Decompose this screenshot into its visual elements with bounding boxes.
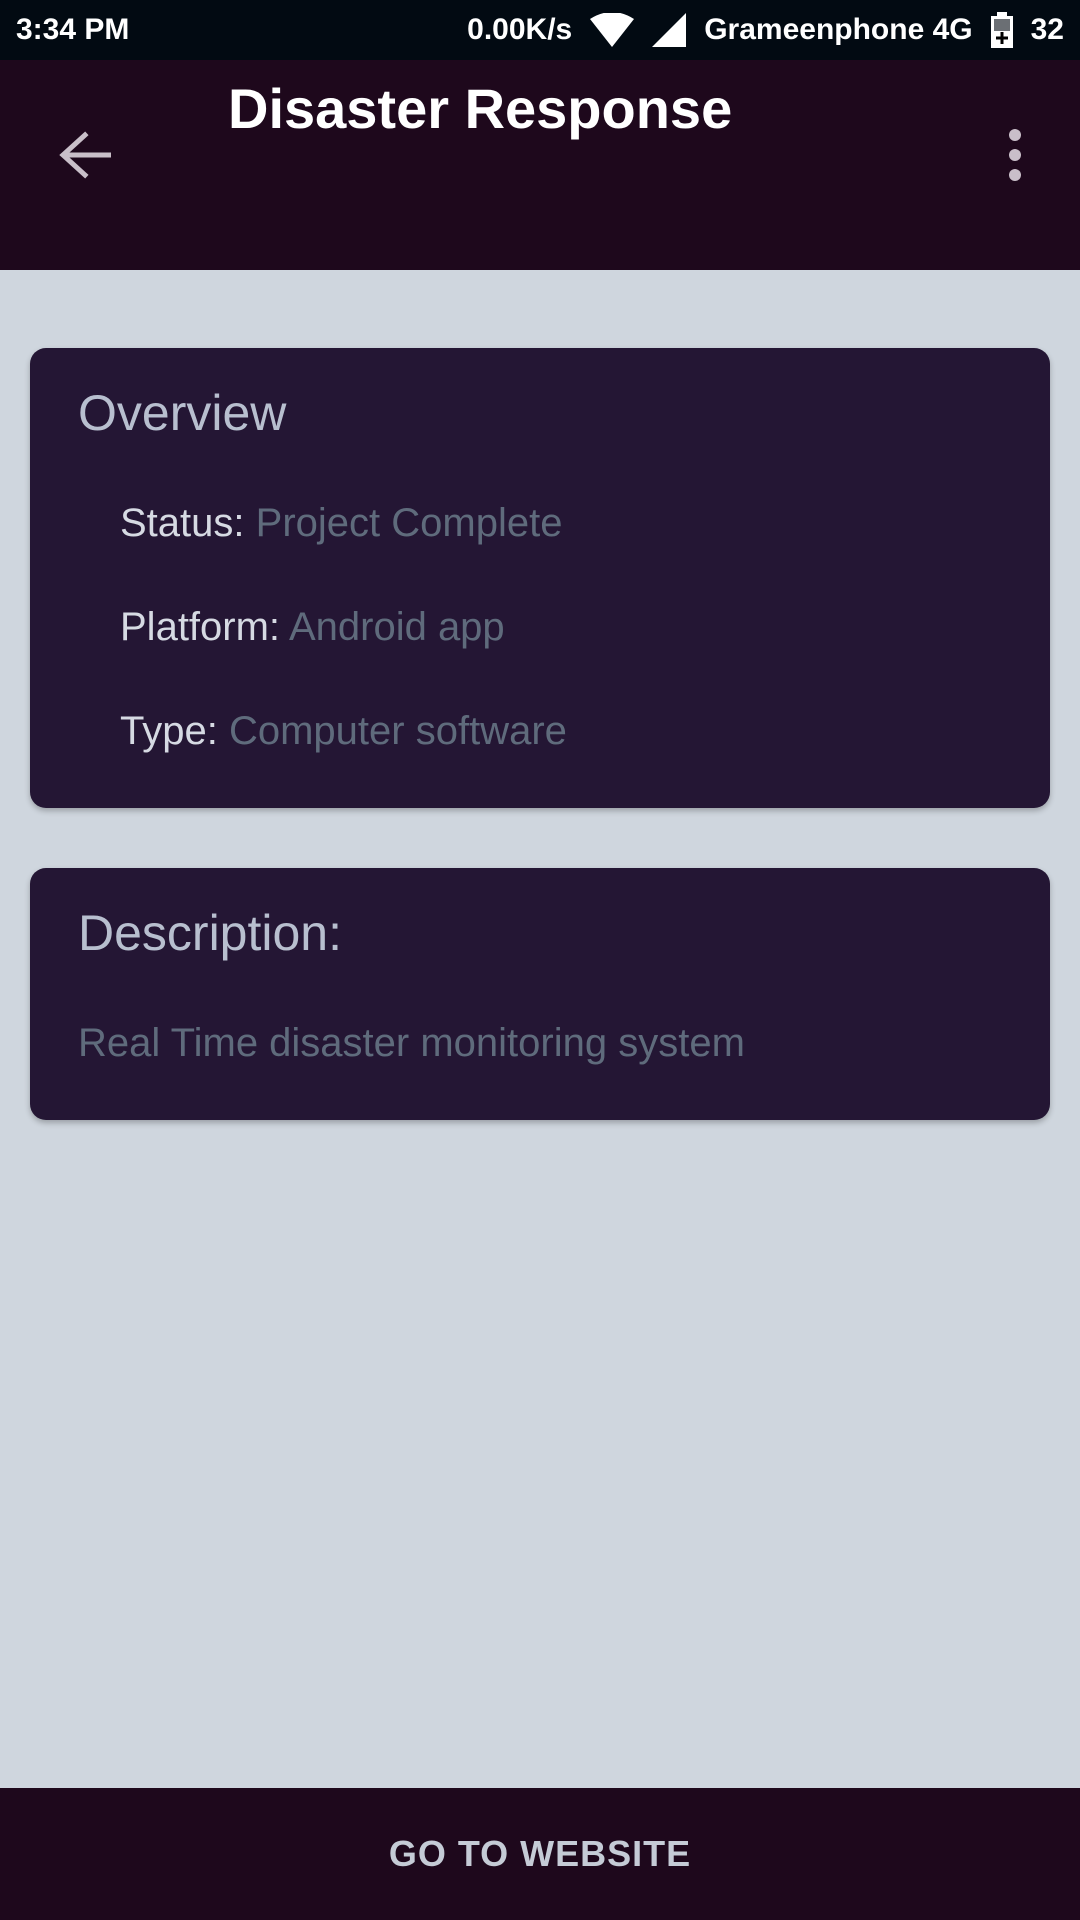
status-right: 0.00K/s Grameenphone 4G 32 xyxy=(467,12,1064,48)
app-bar: Disaster Response xyxy=(0,60,1080,270)
more-vert-icon xyxy=(1009,129,1021,181)
wifi-icon xyxy=(590,13,635,47)
go-to-website-label: GO TO WEBSITE xyxy=(388,1833,692,1874)
status-bar: 3:34 PM 0.00K/s Grameenphone 4G 32 xyxy=(0,0,1080,60)
signal-icon xyxy=(652,13,687,47)
page-title: Disaster Response xyxy=(228,77,733,140)
carrier-name: Grameenphone 4G xyxy=(704,13,973,46)
platform-value: Android app xyxy=(288,605,505,649)
overview-heading: Overview xyxy=(78,385,287,441)
type-row: Type: Computer software xyxy=(120,709,567,754)
battery-level: 32 xyxy=(1030,13,1064,46)
status-label: Status: xyxy=(120,501,245,545)
status-row: Status: Project Complete xyxy=(120,501,562,546)
arrow-back-icon xyxy=(59,131,111,179)
platform-row: Platform: Android app xyxy=(120,605,505,650)
type-label: Type: xyxy=(120,709,218,753)
overflow-menu-button[interactable] xyxy=(975,115,1055,195)
description-heading: Description: xyxy=(78,905,342,961)
type-value: Computer software xyxy=(228,709,567,753)
status-value: Project Complete xyxy=(255,501,563,545)
description-card: Description: Real Time disaster monitori… xyxy=(30,868,1050,1120)
overview-card: Overview Status: Project Complete Platfo… xyxy=(30,348,1050,808)
back-button[interactable] xyxy=(45,115,125,195)
go-to-website-button[interactable]: GO TO WEBSITE xyxy=(0,1788,1080,1920)
platform-label: Platform: xyxy=(120,605,281,649)
battery-icon xyxy=(990,12,1013,48)
network-speed: 0.00K/s xyxy=(467,13,573,46)
description-text: Real Time disaster monitoring system xyxy=(78,1021,745,1065)
status-time: 3:34 PM xyxy=(16,13,130,46)
